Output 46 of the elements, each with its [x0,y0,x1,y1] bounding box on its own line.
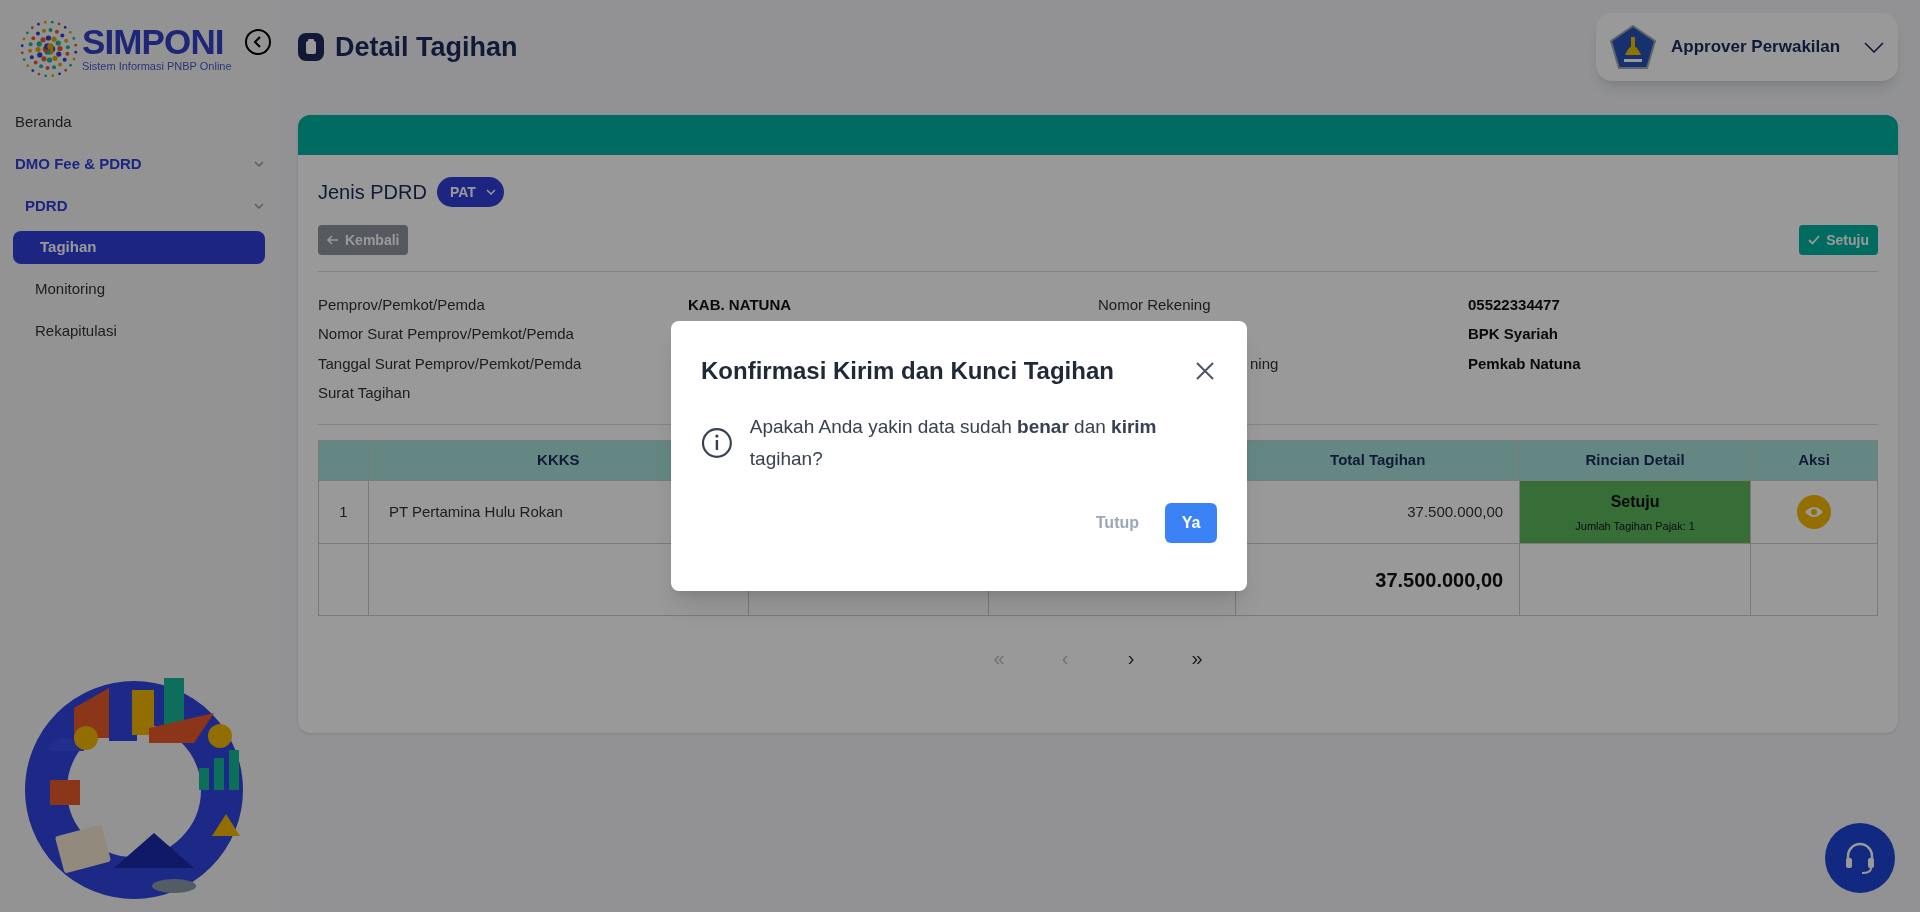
info-label: Pemprov/Pemkot/Pemda [318,294,485,315]
cancel-button[interactable]: Tutup [1089,503,1145,543]
confirm-button[interactable]: Ya [1165,503,1217,543]
shield-emblem-icon [1610,25,1656,69]
info-label: Nomor Rekening [1098,294,1211,315]
page-button[interactable]: » [1184,641,1210,675]
chevron-icon [254,203,264,209]
chevron-down-icon [1864,41,1885,53]
close-button[interactable] [1195,361,1215,381]
info-icon [701,427,733,459]
check-icon [1808,235,1821,245]
menu-item[interactable]: Monitoring [0,268,278,310]
collapse-button[interactable] [244,28,271,55]
page-button[interactable]: › [1118,641,1144,675]
column-header: Rincian Detail [1519,440,1751,481]
caret-icon [485,189,496,195]
status-cell: Setuju Jumlah Tagihan Pajak: 1 [1519,480,1751,544]
info-label: Tanggal Surat Pemprov/Pemkot/Pemda [318,353,582,374]
user-menu[interactable]: Approver Perwakilan [1596,13,1898,81]
type-label: Jenis PDRD [318,180,427,205]
info-value: Pemkab Natuna [1468,353,1581,374]
info-label: ning [1250,353,1279,374]
menu-item[interactable]: Tagihan [13,231,265,264]
info-value: KAB. NATUNA [688,294,792,315]
dialog-message: Apakah Anda yakin data sudah benar dan kirim tagihan? [749,415,1158,471]
info-value: 05522334477 [1468,294,1560,315]
info-label: Surat Tagihan [318,383,411,403]
info-value: BPK Syariah [1468,324,1559,344]
eye-icon [1804,506,1824,518]
submenu-group[interactable]: PDRD [0,185,278,227]
menu-item[interactable]: Beranda [0,101,278,143]
table-cell: 1 [318,480,369,544]
logo-tagline: Sistem Informasi PNBP Online [82,58,232,73]
logo-name: SIMPONI [82,24,225,59]
clipboard-icon [298,33,324,61]
dialog-title: Konfirmasi Kirim dan Kunci Tagihan [701,356,1114,386]
chevron-left-icon [252,35,263,48]
menu-group[interactable]: DMO Fee & PDRD [0,143,278,185]
page-title: Detail Tagihan [335,30,518,64]
column-header: Aksi [1750,440,1878,481]
arrow-left-icon [327,235,339,245]
type-select[interactable]: PAT [436,177,504,207]
menu-item[interactable]: Rekapitulasi [0,310,278,352]
info-label: Nomor Surat Pemprov/Pemkot/Pemda [318,324,574,344]
back-button[interactable]: Kembali [318,225,409,255]
chevron-icon [254,161,264,167]
